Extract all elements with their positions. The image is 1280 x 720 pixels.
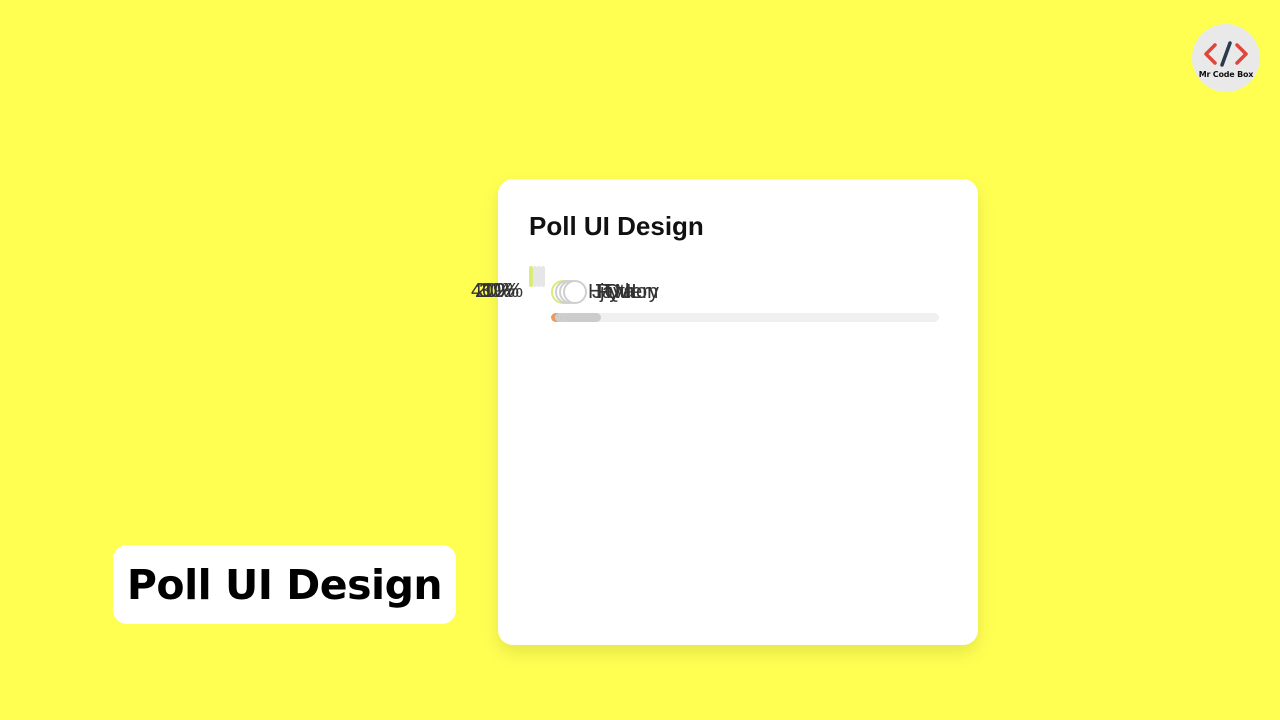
radio-button[interactable] (563, 280, 587, 304)
poll-title: Poll UI Design (529, 211, 704, 241)
stage: Mr Code Box Poll UI Design Poll UI Desig… (0, 0, 1280, 720)
code-brackets-icon (1203, 39, 1249, 69)
poll-option-jquery[interactable]: jQuery 10% (483, 266, 939, 322)
caption-label: Poll UI Design (113, 545, 456, 624)
option-percent: 10% (482, 280, 523, 302)
poll-options: HTML 40% Java 20% Python 30% jQuery 10% (471, 266, 947, 322)
brand-logo: Mr Code Box (1192, 24, 1260, 92)
progress-fill (563, 313, 601, 322)
logo-text: Mr Code Box (1198, 70, 1254, 79)
progress-track (563, 313, 939, 322)
option-label: jQuery (600, 281, 659, 303)
poll-card: Poll UI Design HTML 40% Java 20% Python … (471, 179, 978, 645)
